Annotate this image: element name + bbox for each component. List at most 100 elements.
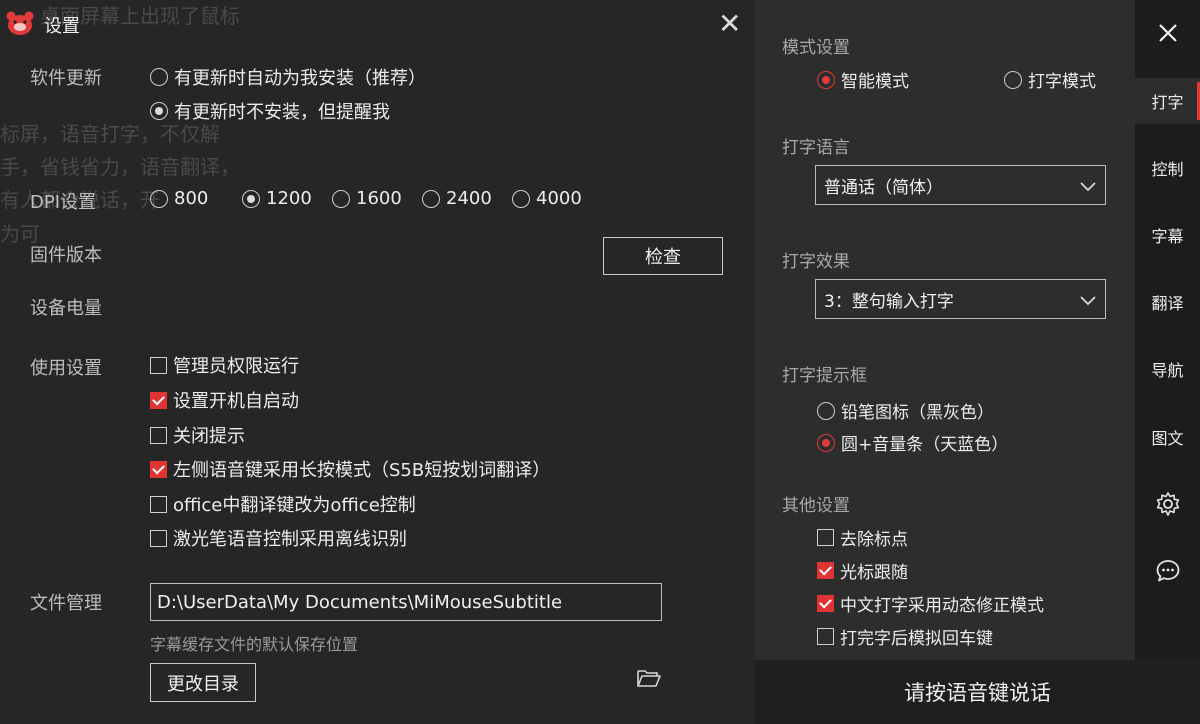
option-label: 打字模式 [1028, 72, 1096, 92]
option-label: 光标跟随 [840, 563, 908, 583]
long-press-voice-key-checkbox[interactable]: 左侧语音键采用长按模式（S5B短按划词翻译） [150, 456, 550, 482]
dpi-2400-radio[interactable]: 2400 [422, 188, 492, 209]
option-label: 铅笔图标（黑灰色） [841, 403, 994, 423]
chevron-down-icon [1080, 296, 1096, 306]
dynamic-correction-checkbox[interactable]: 中文打字采用动态修正模式 [817, 591, 1044, 616]
select-value: 3：整句输入打字 [824, 291, 954, 312]
nav-tab-subtitle[interactable]: 字幕 [1135, 212, 1200, 258]
option-label: 管理员权限运行 [173, 356, 299, 377]
dpi-label: DPI设置 [30, 192, 97, 213]
offline-recognition-checkbox[interactable]: 激光笔语音控制采用离线识别 [150, 525, 407, 551]
feedback-button[interactable] [1135, 548, 1200, 594]
open-folder-icon[interactable] [636, 667, 662, 689]
option-label: 激光笔语音控制采用离线识别 [173, 529, 407, 550]
option-label: 中文打字采用动态修正模式 [840, 596, 1044, 616]
option-label: 有更新时自动为我安装（推荐） [174, 68, 426, 89]
check-firmware-button[interactable]: 检查 [603, 237, 723, 275]
nav-tab-translate[interactable]: 翻译 [1135, 279, 1200, 325]
battery-label: 设备电量 [30, 298, 102, 319]
window-title: 设置 [44, 16, 80, 37]
nav-tab-image-text[interactable]: 图文 [1135, 414, 1200, 460]
office-control-checkbox[interactable]: office中翻译键改为office控制 [150, 491, 416, 517]
nav-tab-typing[interactable]: 打字 [1135, 78, 1200, 124]
radio-icon [422, 189, 440, 208]
firmware-label: 固件版本 [30, 245, 102, 266]
option-label: 圆+音量条（天蓝色） [841, 435, 1009, 455]
other-settings-label: 其他设置 [782, 496, 850, 516]
dpi-800-radio[interactable]: 800 [150, 188, 208, 209]
settings-button[interactable] [1135, 481, 1200, 527]
checkbox-icon [150, 356, 167, 374]
radio-selected-icon [242, 189, 260, 208]
typing-language-select[interactable]: 普通话（简体） [815, 165, 1106, 205]
simulate-enter-checkbox[interactable]: 打完字后模拟回车键 [817, 624, 993, 649]
path-hint: 字幕缓存文件的默认保存位置 [150, 635, 359, 654]
update-auto-install-radio[interactable]: 有更新时自动为我安装（推荐） [150, 64, 426, 90]
autostart-checkbox[interactable]: 设置开机自启动 [150, 387, 299, 413]
checkbox-icon [150, 426, 167, 444]
close-icon: ✕ [718, 7, 742, 40]
option-label: 关闭提示 [173, 426, 245, 447]
radio-icon [1004, 70, 1022, 89]
option-label: 有更新时不安装，但提醒我 [174, 102, 390, 123]
option-label: 2400 [446, 188, 492, 209]
option-label: 打完字后模拟回车键 [840, 629, 993, 649]
radio-icon [817, 401, 835, 420]
option-label: 设置开机自启动 [173, 391, 299, 412]
typing-effect-select[interactable]: 3：整句输入打字 [815, 279, 1106, 319]
option-label: 4000 [536, 188, 582, 209]
dpi-4000-radio[interactable]: 4000 [512, 188, 582, 209]
smart-mode-radio[interactable]: 智能模式 [817, 67, 909, 92]
radio-selected-icon [817, 433, 835, 452]
app-logo-icon [6, 11, 34, 35]
nav-tab-control[interactable]: 控制 [1135, 145, 1200, 191]
cursor-follow-checkbox[interactable]: 光标跟随 [817, 558, 908, 583]
software-update-label: 软件更新 [30, 68, 102, 89]
close-panel-button[interactable] [1135, 10, 1200, 56]
option-label: office中翻译键改为office控制 [173, 495, 416, 516]
radio-selected-icon [150, 102, 168, 120]
radio-icon [512, 189, 530, 208]
background-text: 手，省钱省力，语音翻译， [0, 155, 240, 179]
change-directory-button[interactable]: 更改目录 [150, 663, 256, 702]
option-label: 去除标点 [840, 530, 908, 550]
checkbox-checked-icon [817, 562, 834, 579]
close-settings-button[interactable]: ✕ [718, 10, 741, 38]
typing-mode-radio[interactable]: 打字模式 [1004, 67, 1096, 92]
option-label: 1200 [266, 188, 312, 209]
subtitle-path-input[interactable] [150, 583, 662, 621]
radio-icon [150, 68, 168, 86]
typing-prompt-box-label: 打字提示框 [782, 366, 867, 386]
checkbox-icon [817, 628, 834, 645]
radio-icon [150, 189, 168, 208]
checkbox-checked-icon [817, 595, 834, 612]
option-label: 智能模式 [841, 72, 909, 92]
checkbox-icon [817, 529, 834, 546]
remove-punctuation-checkbox[interactable]: 去除标点 [817, 525, 908, 550]
chat-bubble-icon [1156, 560, 1179, 582]
checkbox-checked-icon [150, 460, 167, 478]
side-nav: 打字 控制 字幕 翻译 导航 图文 [1135, 0, 1200, 660]
file-management-label: 文件管理 [30, 593, 102, 614]
typing-language-label: 打字语言 [782, 138, 850, 158]
settings-window: 桌面屏幕上出现了鼠标 标屏，语音打字，不仅解 手，省钱省力，语音翻译， 有人都会… [0, 0, 755, 724]
usage-settings-label: 使用设置 [30, 358, 102, 379]
chevron-down-icon [1080, 182, 1096, 192]
radio-selected-icon [817, 70, 835, 89]
dpi-1600-radio[interactable]: 1600 [332, 188, 402, 209]
option-label: 800 [174, 188, 209, 209]
dpi-1200-radio[interactable]: 1200 [242, 188, 312, 209]
checkbox-checked-icon [150, 391, 167, 409]
voice-prompt-bar: 请按语音键说话 [755, 660, 1200, 724]
disable-tips-checkbox[interactable]: 关闭提示 [150, 422, 245, 448]
run-as-admin-checkbox[interactable]: 管理员权限运行 [150, 352, 299, 378]
close-icon [1158, 24, 1177, 42]
mode-settings-label: 模式设置 [782, 38, 850, 58]
circle-volume-style-radio[interactable]: 圆+音量条（天蓝色） [817, 430, 1008, 455]
nav-tab-navigation[interactable]: 导航 [1135, 346, 1200, 392]
typing-effect-label: 打字效果 [782, 252, 850, 272]
select-value: 普通话（简体） [824, 177, 943, 198]
option-label: 1600 [356, 188, 402, 209]
update-notify-only-radio[interactable]: 有更新时不安装，但提醒我 [150, 98, 390, 124]
pencil-icon-style-radio[interactable]: 铅笔图标（黑灰色） [817, 398, 994, 423]
